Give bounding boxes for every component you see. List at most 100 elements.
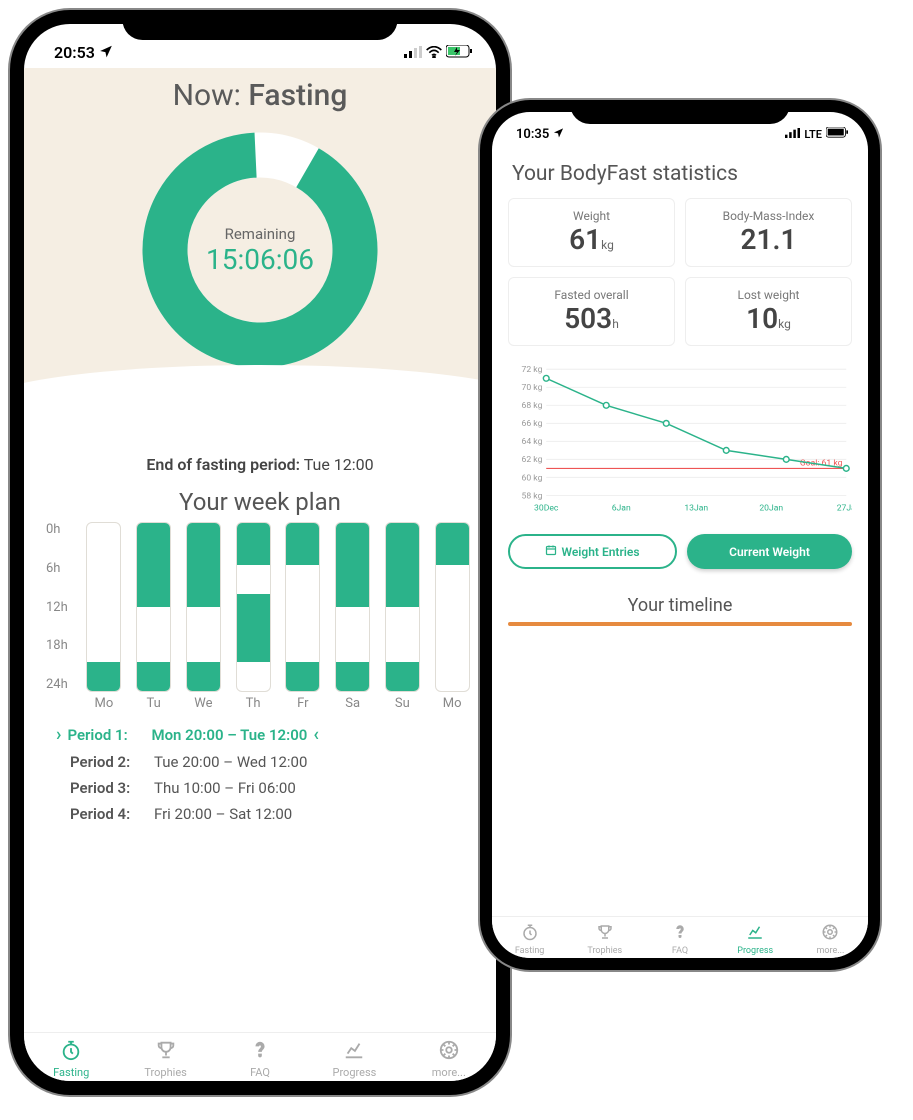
weekplan-day[interactable]: Mo [430,522,474,712]
location-icon [99,43,113,62]
ring-label: Remaining [225,225,296,243]
tab-label: more... [816,946,844,956]
period-row[interactable]: Period 3: Thu 10:00 – Fri 06:00 [50,775,470,801]
tab-more[interactable]: more... [793,923,868,956]
weekplan-y-tick: 0h [46,522,70,537]
chart-y-tick: 60 kg [522,473,543,483]
weekplan-y-tick: 6h [46,561,70,576]
end-of-fasting: End of fasting period: Tue 12:00 [24,455,496,474]
chart-point[interactable] [783,457,789,463]
stat-value: 61kg [519,223,664,256]
stat-value: 21.1 [696,223,841,256]
tab-label: Fasting [515,946,545,956]
chart-point[interactable] [603,402,609,408]
weekplan-day[interactable]: Tu [132,522,176,712]
fasting-ring[interactable]: Remaining 15:06:06 [135,125,385,375]
tab-bar: Fasting TrophiesFAQProgress more... [492,916,868,958]
current-weight-label: Current Weight [729,545,810,559]
weekplan-title: Your week plan [24,488,496,516]
tab-label: Trophies [144,1066,186,1079]
weekplan-day[interactable]: Su [381,522,425,712]
chart-point[interactable] [543,375,549,381]
weight-entries-button[interactable]: Weight Entries [508,534,677,569]
title-state: Fasting [248,78,347,113]
weekplan-bar [236,522,271,692]
weekplan-day[interactable]: We [182,522,226,712]
weekplan-y-tick: 24h [46,677,70,692]
calendar-icon [545,544,557,559]
weekplan-day[interactable]: Th [231,522,275,712]
chart-y-tick: 64 kg [522,437,543,447]
faq-icon [671,923,689,944]
period-label: Period 2: [70,753,154,771]
tab-fasting[interactable]: Fasting [492,923,567,956]
more-icon [821,923,839,944]
chart-y-tick: 58 kg [522,491,543,501]
chart-point[interactable] [663,420,669,426]
weekplan-bar [86,522,121,692]
tab-faq[interactable]: FAQ [642,923,717,956]
stats-title: Your BodyFast statistics [492,148,868,198]
more-icon [438,1039,460,1064]
title-prefix: Now: [173,78,241,113]
eof-label: End of fasting period: [146,455,300,474]
chart-x-tick: 6Jan [612,504,631,514]
tab-label: Progress [333,1066,377,1079]
wifi-icon [426,43,442,62]
weekplan-day-label: We [194,696,212,711]
stat-card[interactable]: Lost weight10kg [685,277,852,346]
progress-icon [746,923,764,944]
chart-x-tick: 27Ja [837,504,852,514]
weekplan-day[interactable]: Mo [82,522,126,712]
faq-icon [249,1039,271,1064]
chart-x-tick: 13Jan [684,504,708,514]
weekplan-chart: 0h6h12h18h24h MoTuWeThFrSaSuMo [24,522,496,712]
weekplan-day[interactable]: Fr [281,522,325,712]
chart-x-tick: 30Dec [534,504,559,514]
notch [123,10,398,40]
eof-value: Tue 12:00 [304,455,374,474]
ring-time: 15:06:06 [206,243,314,276]
weekplan-day[interactable]: Sa [331,522,375,712]
tab-more[interactable]: more... [402,1039,496,1079]
period-row[interactable]: Period 4: Fri 20:00 – Sat 12:00 [50,801,470,827]
tab-fasting[interactable]: Fasting [24,1039,118,1079]
stat-label: Weight [519,209,664,223]
tab-bar: Fasting Trophies FAQ Progress more... [24,1032,496,1081]
chart-point[interactable] [843,466,849,472]
status-time: 20:53 [54,43,95,62]
weekplan-day-label: Th [246,696,261,711]
tab-trophies[interactable]: Trophies [118,1039,212,1079]
chart-y-tick: 62 kg [522,455,543,465]
stat-label: Fasted overall [519,288,664,302]
weekplan-day-label: Mo [94,696,113,711]
stat-label: Body-Mass-Index [696,209,841,223]
weight-entries-label: Weight Entries [561,545,639,559]
signal-icon [404,43,422,62]
tab-label: FAQ [250,1066,270,1079]
phone-mockup-fasting: 20:53 Now: Fasting [10,10,510,1095]
chart-point[interactable] [723,448,729,454]
stat-card[interactable]: Fasted overall503h [508,277,675,346]
tab-faq[interactable]: FAQ [213,1039,307,1079]
chart-y-tick: 66 kg [522,419,543,429]
period-value: Mon 20:00 – Tue 12:00 [151,726,307,744]
trophies-icon [596,923,614,944]
stat-value: 503h [519,302,664,335]
tab-trophies[interactable]: Trophies [567,923,642,956]
tab-progress[interactable]: Progress [718,923,793,956]
period-row[interactable]: Period 2: Tue 20:00 – Wed 12:00 [50,749,470,775]
chevron-right-icon: › [50,724,67,745]
weekplan-day-label: Tu [146,696,160,711]
weight-chart[interactable]: 58 kg60 kg62 kg64 kg66 kg68 kg70 kg72 kg… [492,346,868,524]
period-row[interactable]: ›Period 1: Mon 20:00 – Tue 12:00‹ [50,720,470,749]
tab-label: more... [432,1066,466,1079]
trophies-icon [155,1039,177,1064]
weekplan-bar [385,522,420,692]
stat-card[interactable]: Body-Mass-Index21.1 [685,198,852,267]
tab-progress[interactable]: Progress [307,1039,401,1079]
stat-card[interactable]: Weight61kg [508,198,675,267]
phone-mockup-statistics: 10:35 LTE Your BodyFast statistics Weigh… [480,100,880,970]
location-icon [553,127,564,142]
current-weight-button[interactable]: Current Weight [687,534,852,569]
